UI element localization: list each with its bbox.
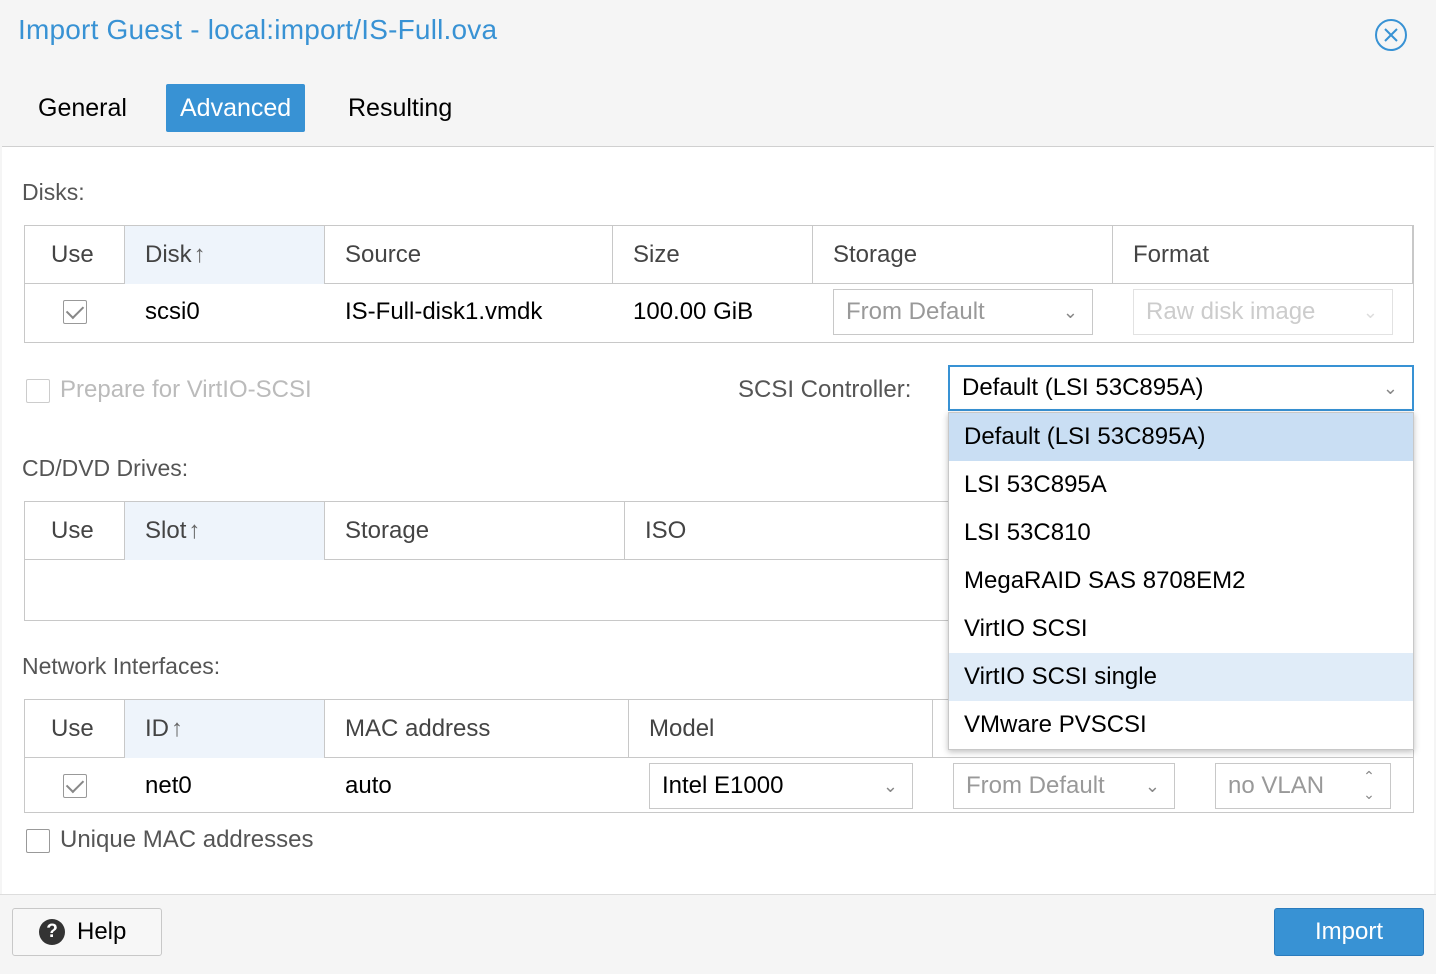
sort-asc-icon: ↑ bbox=[193, 241, 206, 268]
net-id: net0 bbox=[145, 772, 192, 799]
disks-grid: Use Disk↑ Source Size Storage Format scs… bbox=[24, 225, 1414, 343]
scsi-option-virtio-scsi-single[interactable]: VirtIO SCSI single bbox=[949, 653, 1413, 701]
disk-format-select: Raw disk image ⌄ bbox=[1133, 289, 1393, 335]
chevron-down-icon: ⌄ bbox=[1382, 378, 1398, 398]
column-storage[interactable]: Storage bbox=[813, 226, 1113, 284]
scsi-option-megaraid[interactable]: MegaRAID SAS 8708EM2 bbox=[949, 557, 1413, 605]
net-use-checkbox[interactable] bbox=[63, 774, 87, 798]
chevron-down-icon: ⌄ bbox=[882, 776, 898, 796]
net-vlan-spinner[interactable]: no VLAN ⌃ ⌄ bbox=[1215, 763, 1391, 809]
unique-mac-label: Unique MAC addresses bbox=[60, 826, 314, 853]
unique-mac-checkbox[interactable] bbox=[26, 829, 50, 853]
disk-use-checkbox[interactable] bbox=[63, 300, 87, 324]
column-slot[interactable]: Slot↑ bbox=[125, 502, 325, 560]
help-icon: ? bbox=[39, 919, 65, 945]
scsi-option-virtio-scsi[interactable]: VirtIO SCSI bbox=[949, 605, 1413, 653]
column-format[interactable]: Format bbox=[1113, 226, 1413, 284]
import-button[interactable]: Import bbox=[1274, 908, 1424, 956]
column-use[interactable]: Use bbox=[25, 502, 125, 560]
table-row: net0 auto Intel E1000 ⌄ From Default ⌄ n… bbox=[25, 758, 1413, 814]
column-use[interactable]: Use bbox=[25, 226, 125, 284]
dialog-title: Import Guest - local:import/IS-Full.ova bbox=[18, 14, 498, 45]
disk-source: IS-Full-disk1.vmdk bbox=[345, 298, 543, 325]
chevron-down-icon: ⌄ bbox=[1144, 776, 1160, 796]
disks-grid-header: Use Disk↑ Source Size Storage Format bbox=[25, 226, 1413, 284]
scsi-option-default[interactable]: Default (LSI 53C895A) bbox=[949, 413, 1413, 461]
scsi-controller-label: SCSI Controller: bbox=[738, 376, 912, 403]
prepare-virtio-label: Prepare for VirtIO-SCSI bbox=[60, 376, 312, 403]
column-id[interactable]: ID↑ bbox=[125, 700, 325, 758]
scsi-option-vmware-pvscsi[interactable]: VMware PVSCSI bbox=[949, 701, 1413, 749]
column-id-label: ID bbox=[145, 715, 169, 742]
close-icon[interactable] bbox=[1374, 18, 1408, 52]
net-model-select[interactable]: Intel E1000 ⌄ bbox=[649, 763, 913, 809]
net-mac: auto bbox=[345, 772, 392, 799]
spinner-arrows-icon[interactable]: ⌃ ⌄ bbox=[1358, 767, 1380, 805]
net-bridge-select[interactable]: From Default ⌄ bbox=[953, 763, 1175, 809]
disk-size: 100.00 GiB bbox=[633, 298, 754, 325]
column-disk[interactable]: Disk↑ bbox=[125, 226, 325, 284]
help-button[interactable]: ? Help bbox=[12, 908, 162, 956]
net-vlan-value: no VLAN bbox=[1228, 772, 1325, 799]
column-use[interactable]: Use bbox=[25, 700, 125, 758]
net-bridge-value: From Default bbox=[966, 772, 1105, 799]
scsi-option-lsi-53c810[interactable]: LSI 53C810 bbox=[949, 509, 1413, 557]
tab-general[interactable]: General bbox=[24, 84, 141, 132]
disks-section-label: Disks: bbox=[22, 179, 85, 205]
prepare-virtio-checkbox bbox=[26, 379, 50, 403]
help-label: Help bbox=[77, 918, 127, 945]
chevron-down-icon: ⌄ bbox=[1362, 302, 1378, 322]
column-source[interactable]: Source bbox=[325, 226, 613, 284]
column-mac[interactable]: MAC address bbox=[325, 700, 629, 758]
scsi-controller-value: Default (LSI 53C895A) bbox=[962, 374, 1204, 401]
dialog-footer: ? Help Import bbox=[0, 894, 1436, 974]
tab-advanced[interactable]: Advanced bbox=[166, 84, 306, 132]
net-model-value: Intel E1000 bbox=[662, 772, 784, 799]
column-size[interactable]: Size bbox=[613, 226, 813, 284]
column-disk-label: Disk bbox=[145, 241, 192, 268]
column-model[interactable]: Model bbox=[629, 700, 933, 758]
disk-format-value: Raw disk image bbox=[1146, 298, 1316, 325]
sort-asc-icon: ↑ bbox=[188, 517, 201, 544]
chevron-down-icon: ⌄ bbox=[1062, 302, 1078, 322]
scsi-option-lsi-53c895a[interactable]: LSI 53C895A bbox=[949, 461, 1413, 509]
scsi-controller-dropdown: Default (LSI 53C895A) LSI 53C895A LSI 53… bbox=[948, 412, 1414, 750]
column-slot-label: Slot bbox=[145, 517, 187, 544]
disk-name: scsi0 bbox=[145, 298, 200, 325]
sort-asc-icon: ↑ bbox=[171, 715, 183, 742]
cd-drives-section-label: CD/DVD Drives: bbox=[22, 455, 189, 481]
tab-resulting-config[interactable]: Resulting Config bbox=[334, 84, 466, 170]
column-storage[interactable]: Storage bbox=[325, 502, 625, 560]
import-guest-dialog: Import Guest - local:import/IS-Full.ova … bbox=[0, 0, 1436, 974]
disk-storage-value: From Default bbox=[846, 298, 985, 325]
disk-storage-select[interactable]: From Default ⌄ bbox=[833, 289, 1093, 335]
table-row: scsi0 IS-Full-disk1.vmdk 100.00 GiB From… bbox=[25, 284, 1413, 342]
network-section-label: Network Interfaces: bbox=[22, 653, 221, 679]
scsi-controller-select[interactable]: Default (LSI 53C895A) ⌄ bbox=[948, 365, 1414, 411]
